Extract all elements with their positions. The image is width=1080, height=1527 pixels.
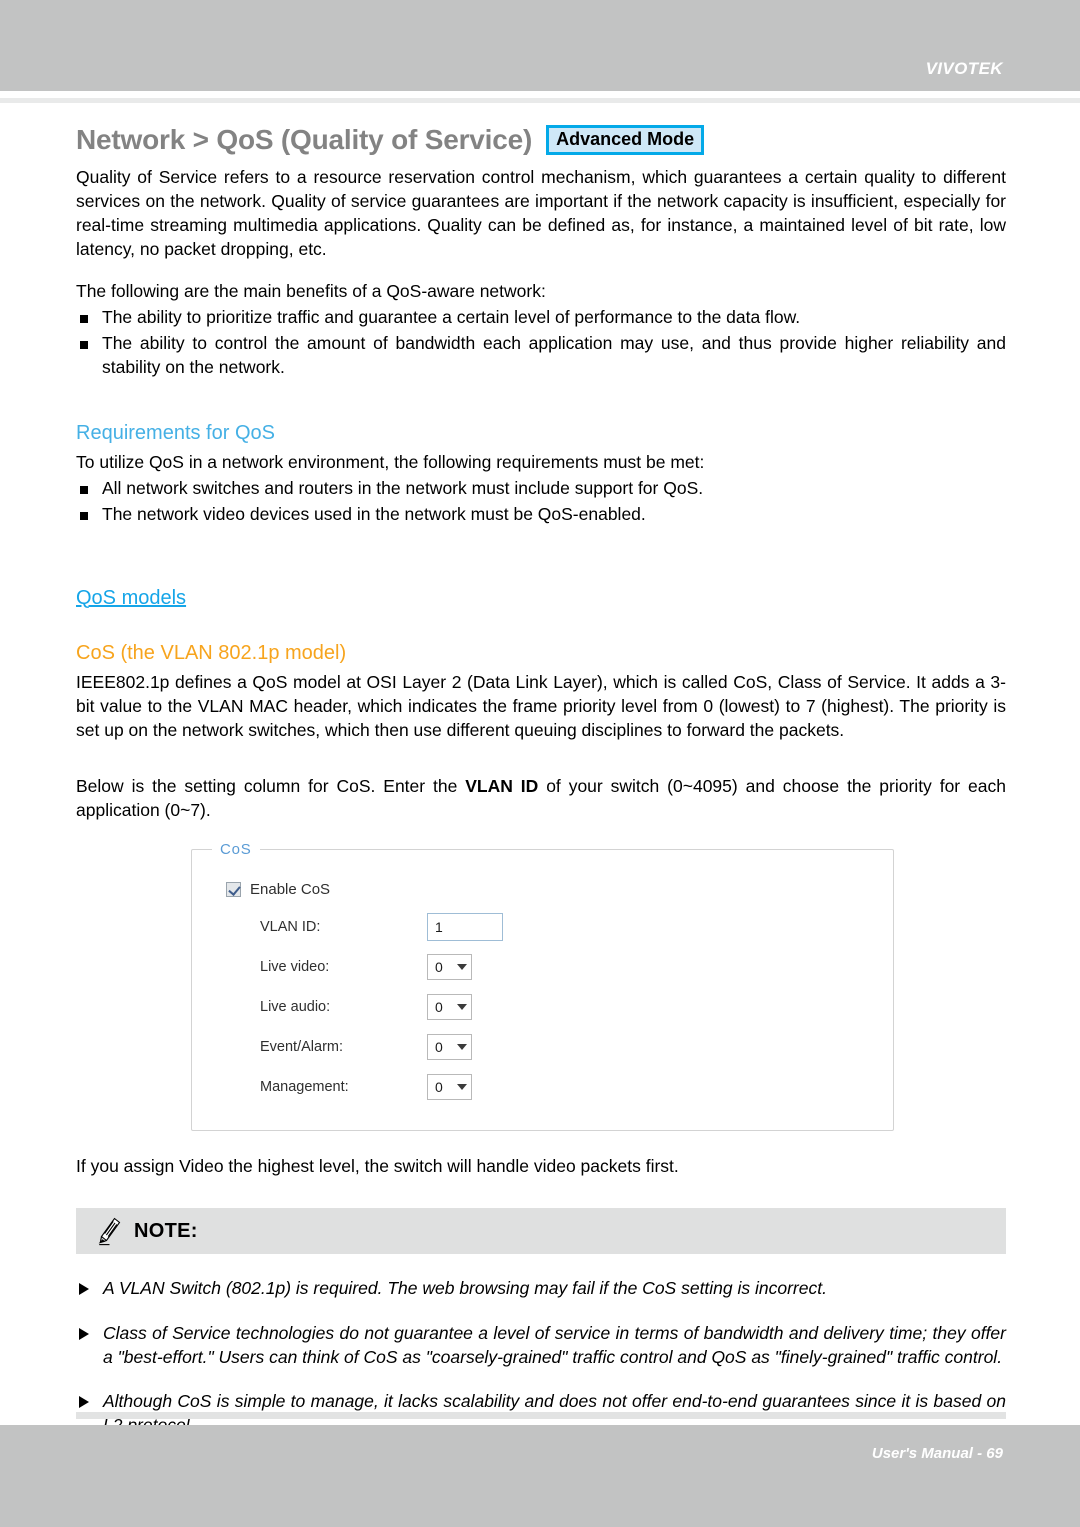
page-header-bar: VIVOTEK: [0, 0, 1080, 91]
vlan-id-emphasis: VLAN ID: [465, 775, 539, 796]
chevron-down-icon: [457, 1083, 467, 1090]
enable-cos-label: Enable CoS: [250, 880, 331, 898]
live-video-value: 0: [435, 958, 443, 975]
live-audio-label: Live audio:: [260, 998, 331, 1015]
page-content: Network > QoS (Quality of Service) Advan…: [76, 124, 1006, 1457]
after-panel-paragraph: If you assign Video the highest level, t…: [76, 1155, 679, 1176]
cos-model-paragraph: IEEE802.1p defines a QoS model at OSI La…: [76, 671, 1006, 740]
page-title: Network > QoS (Quality of Service): [76, 124, 533, 155]
list-item: The ability to control the amount of ban…: [76, 332, 1006, 380]
list-item: The ability to prioritize traffic and gu…: [76, 306, 1006, 330]
header-divider: [0, 98, 1080, 103]
list-item: The network video devices used in the ne…: [76, 503, 1006, 527]
chevron-down-icon: [457, 1003, 467, 1010]
vlan-id-row: VLAN ID: 1: [192, 912, 893, 942]
cos-settings-screenshot: CoS Enable CoS VLAN ID: 1 Live video: 0 …: [191, 840, 894, 1131]
chevron-down-icon: [457, 963, 467, 970]
live-video-row: Live video: 0: [192, 952, 893, 982]
qos-models-heading[interactable]: QoS models: [76, 587, 186, 610]
live-video-dropdown[interactable]: 0: [427, 953, 472, 980]
note-item: A VLAN Switch (802.1p) is required. The …: [76, 1276, 1006, 1300]
management-label: Management:: [260, 1078, 349, 1095]
vlan-id-input[interactable]: 1: [427, 912, 503, 941]
management-value: 0: [435, 1078, 443, 1095]
note-item: Class of Service technologies do not gua…: [76, 1321, 1006, 1369]
live-audio-row: Live audio: 0: [192, 992, 893, 1022]
brand-logo: VIVOTEK: [925, 59, 1003, 78]
setting-intro-part1: Below is the setting column for CoS. Ent…: [76, 775, 466, 796]
footer-divider: [76, 1412, 1006, 1419]
page-footer-bar: User's Manual - 69: [0, 1425, 1080, 1527]
setting-intro-paragraph: Below is the setting column for CoS. Ent…: [76, 775, 1006, 823]
list-item: All network switches and routers in the …: [76, 477, 1006, 501]
cos-fieldset: CoS Enable CoS VLAN ID: 1 Live video: 0 …: [191, 840, 894, 1131]
event-alarm-label: Event/Alarm:: [260, 1038, 343, 1055]
pencil-icon: [98, 1218, 121, 1246]
live-audio-dropdown[interactable]: 0: [427, 993, 472, 1020]
chevron-down-icon: [457, 1043, 467, 1050]
note-header-band: NOTE:: [76, 1208, 1006, 1255]
cos-fieldset-legend: CoS: [220, 840, 252, 858]
live-video-label: Live video:: [260, 958, 330, 975]
management-dropdown[interactable]: 0: [427, 1073, 472, 1100]
footer-page-label: User's Manual - 69: [871, 1445, 1003, 1462]
enable-cos-row[interactable]: Enable CoS: [226, 881, 893, 898]
enable-cos-checkbox[interactable]: [226, 881, 241, 897]
advanced-mode-badge[interactable]: Advanced Mode: [546, 124, 705, 156]
management-row: Management: 0: [192, 1072, 893, 1102]
note-title: NOTE:: [134, 1219, 198, 1242]
benefits-list: The ability to prioritize traffic and gu…: [76, 306, 1006, 380]
vlan-id-label: VLAN ID:: [260, 918, 321, 935]
title-row: Network > QoS (Quality of Service) Advan…: [76, 124, 1006, 156]
requirements-list: All network switches and routers in the …: [76, 477, 1006, 527]
event-alarm-value: 0: [435, 1038, 443, 1055]
intro-paragraph: Quality of Service refers to a resource …: [76, 167, 1006, 259]
event-alarm-row: Event/Alarm: 0: [192, 1032, 893, 1062]
benefits-lead: The following are the main benefits of a…: [76, 280, 546, 301]
requirements-lead: To utilize QoS in a network environment,…: [76, 451, 705, 472]
live-audio-value: 0: [435, 998, 443, 1015]
cos-model-subheading: CoS (the VLAN 802.1p model): [76, 641, 347, 664]
requirements-heading: Requirements for QoS: [76, 421, 275, 444]
event-alarm-dropdown[interactable]: 0: [427, 1033, 472, 1060]
